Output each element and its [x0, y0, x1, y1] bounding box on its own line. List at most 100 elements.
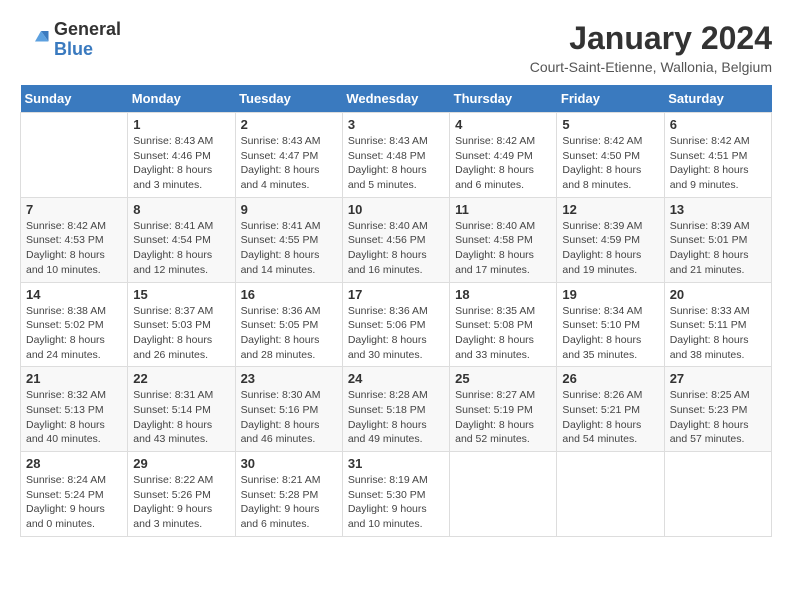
header-day: Tuesday — [235, 85, 342, 113]
calendar-cell — [557, 452, 664, 537]
cell-content: Sunrise: 8:36 AM Sunset: 5:05 PM Dayligh… — [241, 304, 337, 363]
cell-content: Sunrise: 8:34 AM Sunset: 5:10 PM Dayligh… — [562, 304, 658, 363]
calendar-cell: 25 Sunrise: 8:27 AM Sunset: 5:19 PM Dayli… — [450, 367, 557, 452]
calendar-body: 1 Sunrise: 8:43 AM Sunset: 4:46 PM Daylig… — [21, 113, 772, 537]
day-number: 25 — [455, 371, 551, 386]
calendar-cell: 13 Sunrise: 8:39 AM Sunset: 5:01 PM Dayli… — [664, 197, 771, 282]
day-number: 13 — [670, 202, 766, 217]
cell-content: Sunrise: 8:38 AM Sunset: 5:02 PM Dayligh… — [26, 304, 122, 363]
calendar-cell: 3Sunrise: 8:43 AM Sunset: 4:48 PM Daylig… — [342, 113, 449, 198]
day-number: 30 — [241, 456, 337, 471]
day-number: 2 — [241, 117, 337, 132]
calendar-cell — [664, 452, 771, 537]
day-number: 29 — [133, 456, 229, 471]
day-number: 1 — [133, 117, 229, 132]
day-number: 18 — [455, 287, 551, 302]
calendar-cell: 20 Sunrise: 8:33 AM Sunset: 5:11 PM Dayli… — [664, 282, 771, 367]
cell-content: Sunrise: 8:24 AM Sunset: 5:24 PM Dayligh… — [26, 473, 122, 532]
calendar-week-row: 14 Sunrise: 8:38 AM Sunset: 5:02 PM Dayli… — [21, 282, 772, 367]
day-number: 22 — [133, 371, 229, 386]
day-number: 16 — [241, 287, 337, 302]
cell-content: Sunrise: 8:32 AM Sunset: 5:13 PM Dayligh… — [26, 388, 122, 447]
day-number: 31 — [348, 456, 444, 471]
calendar-cell: 2 Sunrise: 8:43 AM Sunset: 4:47 PM Daylig… — [235, 113, 342, 198]
day-number: 4 — [455, 117, 551, 132]
day-number: 17 — [348, 287, 444, 302]
cell-content: Sunrise: 8:39 AM Sunset: 5:01 PM Dayligh… — [670, 219, 766, 278]
cell-content: Sunrise: 8:19 AM Sunset: 5:30 PM Dayligh… — [348, 473, 444, 532]
day-number: 10 — [348, 202, 444, 217]
cell-content: Sunrise: 8:30 AM Sunset: 5:16 PM Dayligh… — [241, 388, 337, 447]
calendar-cell: 23 Sunrise: 8:30 AM Sunset: 5:16 PM Dayli… — [235, 367, 342, 452]
day-number: 21 — [26, 371, 122, 386]
calendar-cell — [21, 113, 128, 198]
cell-content: Sunrise: 8:42 AM Sunset: 4:51 PM Dayligh… — [670, 134, 766, 193]
cell-content: Sunrise: 8:26 AM Sunset: 5:21 PM Dayligh… — [562, 388, 658, 447]
cell-content: Sunrise: 8:36 AM Sunset: 5:06 PM Dayligh… — [348, 304, 444, 363]
day-number: 15 — [133, 287, 229, 302]
header-day: Wednesday — [342, 85, 449, 113]
calendar-cell: 27Sunrise: 8:25 AM Sunset: 5:23 PM Dayli… — [664, 367, 771, 452]
title-section: January 2024 Court-Saint-Etienne, Wallon… — [530, 20, 772, 75]
calendar-cell: 21 Sunrise: 8:32 AM Sunset: 5:13 PM Dayli… — [21, 367, 128, 452]
day-number: 20 — [670, 287, 766, 302]
day-number: 28 — [26, 456, 122, 471]
calendar-cell: 30 Sunrise: 8:21 AM Sunset: 5:28 PM Dayli… — [235, 452, 342, 537]
day-number: 9 — [241, 202, 337, 217]
cell-content: Sunrise: 8:40 AM Sunset: 4:58 PM Dayligh… — [455, 219, 551, 278]
header-day: Sunday — [21, 85, 128, 113]
day-number: 5 — [562, 117, 658, 132]
calendar-cell: 10 Sunrise: 8:40 AM Sunset: 4:56 PM Dayli… — [342, 197, 449, 282]
cell-content: Sunrise: 8:41 AM Sunset: 4:55 PM Dayligh… — [241, 219, 337, 278]
logo: General Blue — [20, 20, 121, 60]
day-number: 24 — [348, 371, 444, 386]
calendar-cell: 16 Sunrise: 8:36 AM Sunset: 5:05 PM Dayli… — [235, 282, 342, 367]
cell-content: Sunrise: 8:40 AM Sunset: 4:56 PM Dayligh… — [348, 219, 444, 278]
day-number: 7 — [26, 202, 122, 217]
cell-content: Sunrise: 8:42 AM Sunset: 4:50 PM Dayligh… — [562, 134, 658, 193]
day-number: 23 — [241, 371, 337, 386]
day-number: 26 — [562, 371, 658, 386]
day-number: 11 — [455, 202, 551, 217]
cell-content: Sunrise: 8:33 AM Sunset: 5:11 PM Dayligh… — [670, 304, 766, 363]
cell-content: Sunrise: 8:35 AM Sunset: 5:08 PM Dayligh… — [455, 304, 551, 363]
day-number: 27 — [670, 371, 766, 386]
calendar-cell: 29Sunrise: 8:22 AM Sunset: 5:26 PM Dayli… — [128, 452, 235, 537]
cell-content: Sunrise: 8:21 AM Sunset: 5:28 PM Dayligh… — [241, 473, 337, 532]
calendar-week-row: 1 Sunrise: 8:43 AM Sunset: 4:46 PM Daylig… — [21, 113, 772, 198]
calendar-cell: 18 Sunrise: 8:35 AM Sunset: 5:08 PM Dayli… — [450, 282, 557, 367]
calendar-cell: 24Sunrise: 8:28 AM Sunset: 5:18 PM Dayli… — [342, 367, 449, 452]
cell-content: Sunrise: 8:43 AM Sunset: 4:46 PM Dayligh… — [133, 134, 229, 193]
calendar-week-row: 28 Sunrise: 8:24 AM Sunset: 5:24 PM Dayli… — [21, 452, 772, 537]
day-number: 8 — [133, 202, 229, 217]
calendar-cell: 6 Sunrise: 8:42 AM Sunset: 4:51 PM Daylig… — [664, 113, 771, 198]
cell-content: Sunrise: 8:42 AM Sunset: 4:49 PM Dayligh… — [455, 134, 551, 193]
day-number: 12 — [562, 202, 658, 217]
logo-text: General Blue — [54, 20, 121, 60]
calendar-cell: 31 Sunrise: 8:19 AM Sunset: 5:30 PM Dayli… — [342, 452, 449, 537]
calendar-cell: 19 Sunrise: 8:34 AM Sunset: 5:10 PM Dayli… — [557, 282, 664, 367]
day-number: 19 — [562, 287, 658, 302]
day-number: 6 — [670, 117, 766, 132]
calendar-subtitle: Court-Saint-Etienne, Wallonia, Belgium — [530, 59, 772, 75]
calendar-table: SundayMondayTuesdayWednesdayThursdayFrid… — [20, 85, 772, 537]
header-day: Saturday — [664, 85, 771, 113]
calendar-week-row: 7 Sunrise: 8:42 AM Sunset: 4:53 PM Daylig… — [21, 197, 772, 282]
calendar-title: January 2024 — [530, 20, 772, 57]
calendar-cell: 7 Sunrise: 8:42 AM Sunset: 4:53 PM Daylig… — [21, 197, 128, 282]
calendar-cell: 5 Sunrise: 8:42 AM Sunset: 4:50 PM Daylig… — [557, 113, 664, 198]
header-day: Thursday — [450, 85, 557, 113]
cell-content: Sunrise: 8:27 AM Sunset: 5:19 PM Dayligh… — [455, 388, 551, 447]
cell-content: Sunrise: 8:42 AM Sunset: 4:53 PM Dayligh… — [26, 219, 122, 278]
cell-content: Sunrise: 8:43 AM Sunset: 4:47 PM Dayligh… — [241, 134, 337, 193]
header: General Blue January 2024 Court-Saint-Et… — [20, 20, 772, 75]
day-number: 3 — [348, 117, 444, 132]
logo-icon — [20, 25, 50, 55]
calendar-cell: 4 Sunrise: 8:42 AM Sunset: 4:49 PM Daylig… — [450, 113, 557, 198]
day-number: 14 — [26, 287, 122, 302]
cell-content: Sunrise: 8:37 AM Sunset: 5:03 PM Dayligh… — [133, 304, 229, 363]
calendar-header: SundayMondayTuesdayWednesdayThursdayFrid… — [21, 85, 772, 113]
calendar-cell: 14 Sunrise: 8:38 AM Sunset: 5:02 PM Dayli… — [21, 282, 128, 367]
calendar-cell: 11 Sunrise: 8:40 AM Sunset: 4:58 PM Dayli… — [450, 197, 557, 282]
cell-content: Sunrise: 8:31 AM Sunset: 5:14 PM Dayligh… — [133, 388, 229, 447]
